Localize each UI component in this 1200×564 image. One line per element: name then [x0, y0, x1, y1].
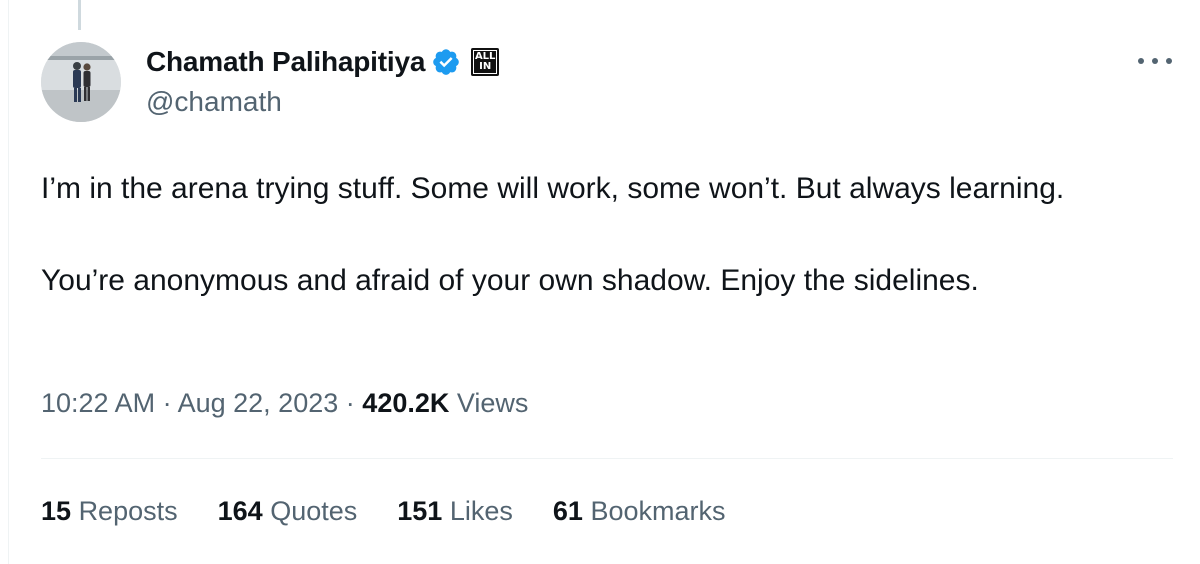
author-display-name[interactable]: Chamath Palihapitiya — [146, 46, 425, 78]
tweet-metadata: 10:22 AM · Aug 22, 2023 · 420.2K Views — [41, 388, 528, 419]
stat-bookmarks[interactable]: 61 Bookmarks — [553, 496, 726, 527]
author-handle[interactable]: @chamath — [146, 86, 282, 118]
more-dot — [1138, 58, 1144, 64]
author-name-row: Chamath Palihapitiya ALL IN — [146, 44, 500, 80]
stat-label: Quotes — [270, 496, 358, 526]
engagement-stats: 15 Reposts 164 Quotes 151 Likes 61 Bookm… — [41, 496, 725, 527]
stat-count: 151 — [397, 496, 443, 526]
left-border — [8, 0, 9, 564]
tweet-time[interactable]: 10:22 AM — [41, 388, 155, 418]
stat-label: Likes — [449, 496, 513, 526]
tweet-date[interactable]: Aug 22, 2023 — [178, 388, 339, 418]
views-label: Views — [456, 388, 529, 418]
affiliate-badge-line2: IN — [479, 61, 492, 72]
meta-separator: · — [162, 388, 172, 418]
stat-label: Bookmarks — [590, 496, 726, 526]
divider — [41, 458, 1173, 459]
stat-count: 15 — [41, 496, 72, 526]
more-horizontal-icon[interactable] — [1138, 46, 1172, 76]
tweet-text: I’m in the arena trying stuff. Some will… — [41, 172, 1065, 297]
stat-likes[interactable]: 151 Likes — [397, 496, 513, 527]
stat-label: Reposts — [78, 496, 178, 526]
stat-quotes[interactable]: 164 Quotes — [218, 496, 358, 527]
stat-count: 164 — [217, 496, 263, 526]
thread-connector-line — [78, 0, 81, 30]
stat-reposts[interactable]: 15 Reposts — [41, 496, 178, 527]
avatar-photo — [41, 42, 121, 122]
more-dot — [1166, 58, 1172, 64]
verified-badge-icon[interactable] — [431, 47, 461, 77]
more-dot — [1152, 58, 1158, 64]
stat-count: 61 — [552, 496, 583, 526]
affiliate-badge[interactable]: ALL IN — [471, 48, 500, 76]
meta-separator: · — [345, 388, 355, 418]
views-count[interactable]: 420.2K — [362, 388, 449, 418]
avatar[interactable] — [41, 42, 121, 122]
